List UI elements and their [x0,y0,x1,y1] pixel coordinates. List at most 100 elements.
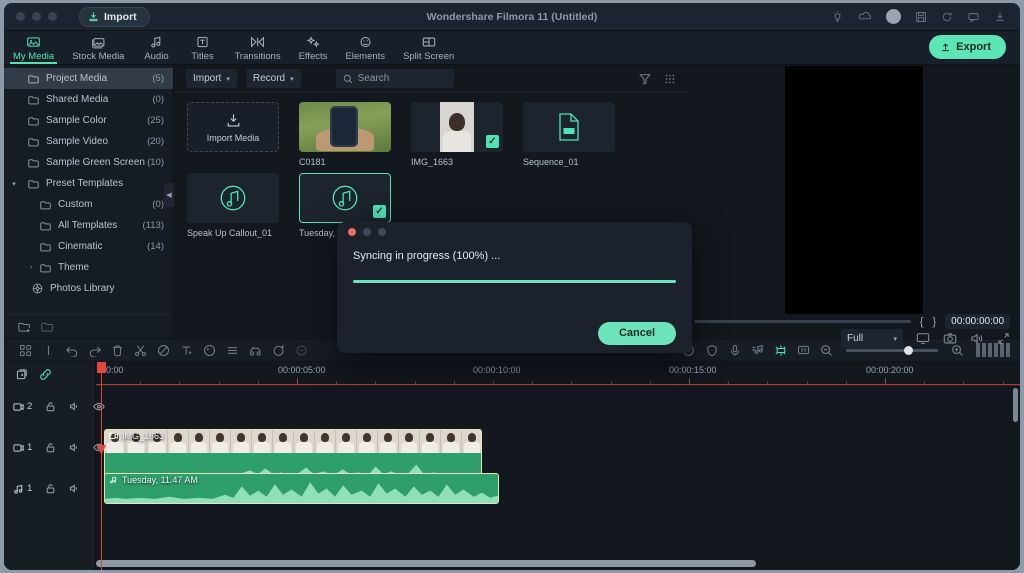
track-video-1[interactable]: IMG_1663 [96,427,1020,468]
save-icon[interactable] [915,11,927,23]
import-dropdown[interactable]: Import ▾ [186,69,237,88]
timeline-horizontal-scrollbar[interactable] [96,560,1012,567]
minimize-dot[interactable] [32,12,41,21]
zoom-slider-knob[interactable] [904,346,913,355]
track-video-2[interactable] [96,386,1020,427]
display-icon[interactable] [916,332,930,345]
playhead-grip[interactable] [97,362,106,373]
redo-icon[interactable] [83,344,106,357]
refresh-icon[interactable] [941,11,953,23]
adjust-icon[interactable] [221,344,244,357]
link-icon[interactable] [39,368,52,381]
timeline-clip-tuesday[interactable]: Tuesday, 11.47 AM [104,473,499,504]
split-scissors-icon[interactable] [129,344,152,357]
sidebar-collapse-handle[interactable]: ◀ [164,183,174,207]
sidebar-item-sample-video[interactable]: Sample Video (20) [4,131,173,152]
selected-check-icon[interactable]: ✓ [486,135,499,148]
shield-icon[interactable] [700,344,723,357]
track-audio-1[interactable]: Tuesday, 11.47 AM [96,468,1020,509]
add-track-icon[interactable] [15,368,28,381]
tab-stock-media[interactable]: Stock Media [63,30,133,64]
preview-video[interactable] [785,66,923,314]
marker-tool-icon[interactable] [37,344,60,357]
tab-split-screen[interactable]: Split Screen [394,30,463,64]
tab-elements[interactable]: Elements [336,30,394,64]
sidebar-item-photos-library[interactable]: Photos Library [4,278,173,299]
filter-funnel-icon[interactable] [639,73,651,85]
media-item-c0181[interactable]: C0181 [299,102,391,167]
new-folder-icon[interactable] [18,321,31,333]
text-tool-icon[interactable] [175,344,198,357]
media-item-sequence-01[interactable]: Sequence_01 [523,102,615,167]
timeline-vertical-scrollbar[interactable] [1013,388,1018,558]
zoom-dot[interactable] [48,12,57,21]
media-thumbnail[interactable] [299,102,391,152]
selected-check-icon[interactable]: ✓ [373,205,386,218]
close-dot[interactable] [16,12,25,21]
sidebar-item-project-media[interactable]: Project Media (5) [4,68,173,89]
preview-timecode[interactable]: 00:00:00:00 [945,314,1010,329]
timeline-canvas[interactable]: 00:00 00:00:05:00 00:00:10:00 00:00:15:0… [96,362,1020,570]
cloud-icon[interactable] [858,10,872,23]
sidebar-item-preset-templates[interactable]: ▾ Preset Templates [4,173,173,194]
track-header-audio-1[interactable]: 1 [4,468,95,509]
download-icon[interactable] [994,11,1006,23]
media-item-import-media[interactable]: Import Media [187,102,279,167]
speed-icon[interactable] [244,344,267,357]
chevron-down-icon[interactable]: ▾ [9,180,19,188]
tab-audio[interactable]: Audio [133,30,179,64]
timeline-ruler[interactable]: 00:00 00:00:05:00 00:00:10:00 00:00:15:0… [96,362,1020,386]
sidebar-item-custom[interactable]: Custom (0) [4,194,173,215]
grid-view-icon[interactable] [664,73,676,85]
cancel-button[interactable]: Cancel [598,322,676,345]
close-dot[interactable] [348,228,356,236]
export-button[interactable]: Export [929,35,1006,59]
sidebar-item-sample-color[interactable]: Sample Color (25) [4,110,173,131]
mark-in-button[interactable]: { [920,316,924,328]
tab-effects[interactable]: Effects [290,30,337,64]
media-thumbnail[interactable] [523,102,615,152]
color-palette-icon[interactable] [198,344,221,357]
zoom-out-icon[interactable] [815,344,838,357]
import-media-placeholder[interactable]: Import Media [187,102,279,152]
track-header-video-1[interactable]: 1 [4,427,95,468]
fullscreen-icon[interactable] [997,332,1010,345]
rotate-icon[interactable] [267,344,290,357]
speaker-icon[interactable] [69,401,80,412]
lightbulb-icon[interactable] [831,10,844,23]
voiceover-mic-icon[interactable] [723,344,746,357]
tab-titles[interactable]: Titles [179,30,225,64]
media-thumbnail[interactable] [187,173,279,223]
crop-icon[interactable] [152,344,175,357]
unlock-icon[interactable] [45,483,56,494]
record-dropdown[interactable]: Record ▾ [246,69,301,88]
mark-out-button[interactable]: } [932,316,936,328]
tab-my-media[interactable]: My Media [4,30,63,64]
tab-transitions[interactable]: Transitions [225,30,289,64]
undo-icon[interactable] [60,344,83,357]
sidebar-item-sample-green-screen[interactable]: Sample Green Screen (10) [4,152,173,173]
speaker-icon[interactable] [69,483,80,494]
folder-icon[interactable] [41,321,54,333]
delete-icon[interactable] [106,344,129,357]
zoom-in-icon[interactable] [946,344,969,357]
grid-tool-icon[interactable] [14,344,37,357]
chevron-right-icon[interactable]: › [26,264,36,271]
zoom-slider[interactable] [846,349,938,352]
zoom-dot[interactable] [378,228,386,236]
playhead[interactable] [101,362,102,570]
stabilize-icon[interactable] [290,344,313,357]
volume-icon[interactable] [970,332,984,345]
sidebar-item-shared-media[interactable]: Shared Media (0) [4,89,173,110]
media-item-img-1663[interactable]: ✓ IMG_1663 [411,102,503,167]
unlock-icon[interactable] [45,401,56,412]
preview-stage[interactable] [688,65,1020,314]
media-thumbnail[interactable]: ✓ [299,173,391,223]
dialog-window-controls[interactable] [337,222,692,242]
media-item-speak-up-callout-01[interactable]: Speak Up Callout_01 [187,173,279,238]
speaker-icon[interactable] [69,442,80,453]
avatar[interactable] [886,9,901,24]
unlock-icon[interactable] [45,442,56,453]
feedback-icon[interactable] [967,11,980,23]
sidebar-item-cinematic[interactable]: Cinematic (14) [4,236,173,257]
